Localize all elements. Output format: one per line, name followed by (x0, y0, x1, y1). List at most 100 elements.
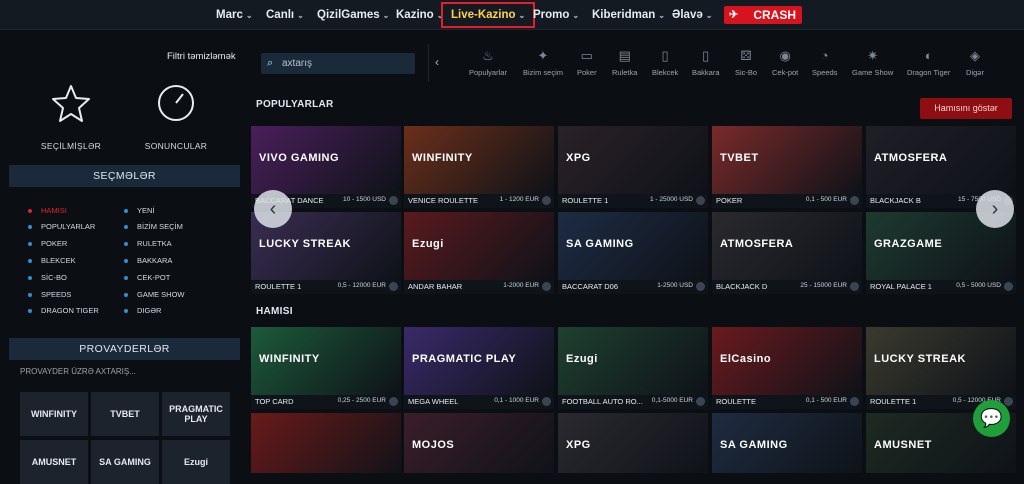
nav-item-kazino[interactable]: Kazino ⌄ (396, 0, 443, 30)
chip-icon (696, 282, 705, 291)
favorites-button[interactable]: SEÇİLMİŞLƏR (26, 83, 116, 151)
chip-icon (696, 196, 705, 205)
category-item[interactable]: YENİ (124, 206, 155, 215)
catbar-item-jackpot[interactable]: ◉ Cek-pot (772, 48, 798, 77)
catbar-label: Cek-pot (772, 68, 799, 77)
provider-tile[interactable]: TVBET (91, 392, 159, 436)
game-caption: ROULETTE 1 1 - 25000 USD (558, 194, 708, 208)
catbar-item-baccarat[interactable]: ▯ Bakkara (692, 48, 720, 77)
provider-brand: WINFINITY (259, 353, 320, 365)
category-item[interactable]: BAKKARA (124, 256, 172, 265)
category-item[interactable]: DRAGON TIGER (28, 306, 99, 315)
game-card[interactable]: WINFINITY TOP CARD 0,25 - 2500 EUR (251, 327, 401, 409)
catbar-item-popular[interactable]: ♨ Populyarlar (469, 48, 507, 77)
game-name: MEGA WHEEL (408, 397, 459, 406)
nav-item-canli[interactable]: Canlı ⌄ (266, 0, 304, 30)
game-card[interactable]: WINFINITY VENICE ROULETTE 1 - 1200 EUR (404, 126, 554, 208)
catbar-item-sicbo[interactable]: ⚄ Sic-Bo (735, 48, 757, 77)
catbar-item-game-show[interactable]: ✷ Game Show (852, 48, 893, 77)
nav-item-qizilgames[interactable]: QizilGames ⌄ (317, 0, 389, 30)
provider-tile[interactable]: PRAGMATIC PLAY (162, 392, 230, 436)
show-all-button[interactable]: Hamısını göstər (920, 98, 1012, 119)
game-card[interactable]: LUCKY STREAK ROULETTE 1 0,5 - 12000 EUR (866, 327, 1016, 409)
category-item[interactable]: CEK-POT (124, 273, 170, 282)
nav-item-marc[interactable]: Marc ⌄ (216, 0, 253, 30)
recent-label: SONUNCULAR (144, 141, 208, 151)
search-box: ⌕ (261, 53, 415, 74)
game-card[interactable]: Ezugi ANDAR BAHAR 1-2000 EUR (404, 212, 554, 294)
category-item[interactable]: BİZİM SEÇİM (124, 222, 183, 231)
catbar-item-roulette[interactable]: ▤ Ruletka (612, 48, 637, 77)
game-card[interactable]: XPG ROULETTE 1 1 - 25000 USD (558, 126, 708, 208)
provider-brand: TVBET (720, 152, 759, 164)
chip-icon (1004, 397, 1013, 406)
chevron-down-icon: ⌄ (245, 11, 253, 20)
nav-item-promo[interactable]: Promo ⌄ (533, 0, 579, 30)
category-label: DRAGON TIGER (41, 306, 99, 315)
search-input[interactable] (282, 53, 412, 74)
carousel-prev-button[interactable]: ‹ (254, 190, 292, 228)
provider-search-input[interactable]: PROVAYDER ÜZRƏ AXTARIŞ... (20, 367, 136, 376)
chat-button[interactable]: 💬 (973, 400, 1010, 437)
game-card[interactable]: ElCasino ROULETTE 0,1 - 500 EUR (712, 327, 862, 409)
category-item[interactable]: SPEEDS (28, 290, 71, 299)
catbar-item-poker[interactable]: ▭ Poker (577, 48, 597, 77)
provider-brand: ATMOSFERA (874, 152, 948, 164)
category-item[interactable]: RULETKA (124, 239, 172, 248)
provider-brand: XPG (566, 152, 591, 164)
catbar-label: Game Show (852, 68, 894, 77)
nav-item-live-kazino[interactable]: Live-Kazino ⌄ (441, 2, 536, 28)
game-card[interactable]: MOJOS (404, 413, 554, 473)
category-item[interactable]: POPULYARLAR (28, 222, 95, 231)
crash-button[interactable]: ✈ CRASH (724, 6, 802, 24)
nav-item-elave[interactable]: Əlavə ⌄ (672, 0, 712, 30)
plane-icon: ✈ (729, 9, 739, 21)
provider-tile[interactable]: Ezugi (162, 440, 230, 484)
carousel-next-button[interactable]: › (976, 190, 1014, 228)
chevron-left-icon[interactable]: ‹ (435, 55, 439, 69)
category-label: POKER (41, 239, 68, 248)
category-label: BAKKARA (137, 256, 173, 265)
category-item[interactable]: HAMISI (28, 206, 67, 215)
provider-tile[interactable]: SA GAMING (91, 440, 159, 484)
catbar-item-speeds[interactable]: ◔ Speeds (812, 48, 837, 77)
category-item[interactable]: BLEKCEK (28, 256, 76, 265)
catbar-label: Blekcek (652, 68, 679, 77)
catbar-item-other[interactable]: ◈ Digər (966, 48, 984, 77)
game-thumbnail: MOJOS (404, 413, 554, 473)
provider-brand: Ezugi (566, 353, 598, 365)
category-label: YENİ (137, 206, 155, 215)
provider-tile[interactable]: AMUSNET (20, 440, 88, 484)
category-item[interactable]: POKER (28, 239, 67, 248)
favorites-label: SEÇİLMİŞLƏR (40, 141, 102, 151)
game-card[interactable]: SA GAMING (712, 413, 862, 473)
catbar-item-blackjack[interactable]: ▯ Blekcek (652, 48, 678, 77)
chip-icon (542, 196, 551, 205)
catbar-item-dragon-tiger[interactable]: ◐ Dragon Tiger (907, 48, 950, 77)
catbar-item-our-choice[interactable]: ✦ Bizim seçim (523, 48, 563, 77)
game-card[interactable]: Ezugi FOOTBALL AUTO RO... 0,1-5000 EUR (558, 327, 708, 409)
clear-filter-link[interactable]: Filtri təmizləmək (167, 51, 236, 62)
category-item[interactable]: DIGƏR (124, 306, 161, 315)
game-card[interactable] (251, 413, 401, 473)
category-item[interactable]: SİC-BO (28, 273, 67, 282)
catbar-label: Bizim seçim (523, 68, 564, 77)
game-card[interactable]: TVBET POKER 0,1 - 500 EUR (712, 126, 862, 208)
game-name: ANDAR BAHAR (408, 282, 463, 291)
game-card[interactable]: XPG (558, 413, 708, 473)
game-card[interactable]: ATMOSFERA BLACKJACK D 25 - 15000 EUR (712, 212, 862, 294)
category-item[interactable]: GAME SHOW (124, 290, 185, 299)
game-card[interactable]: PRAGMATIC PLAY MEGA WHEEL 0,1 - 1000 EUR (404, 327, 554, 409)
left-sidebar: Filtri təmizləmək SEÇİLMİŞLƏR SONUNCULAR… (0, 31, 250, 484)
category-label: BLEKCEK (41, 256, 76, 265)
game-card[interactable]: SA GAMING BACCARAT D06 1-2500 USD (558, 212, 708, 294)
cards-icon: ▭ (580, 48, 593, 63)
catbar-label: Speeds (812, 68, 838, 77)
chip-icon (850, 397, 859, 406)
chip-icon (389, 282, 398, 291)
recent-button[interactable]: SONUNCULAR (131, 83, 221, 151)
provider-tile[interactable]: WINFINITY (20, 392, 88, 436)
nav-item-kiberidman[interactable]: Kiberidman ⌄ (592, 0, 665, 30)
game-caption: FOOTBALL AUTO RO... 0,1-5000 EUR (558, 395, 708, 409)
catbar-label: Bakkara (692, 68, 720, 77)
